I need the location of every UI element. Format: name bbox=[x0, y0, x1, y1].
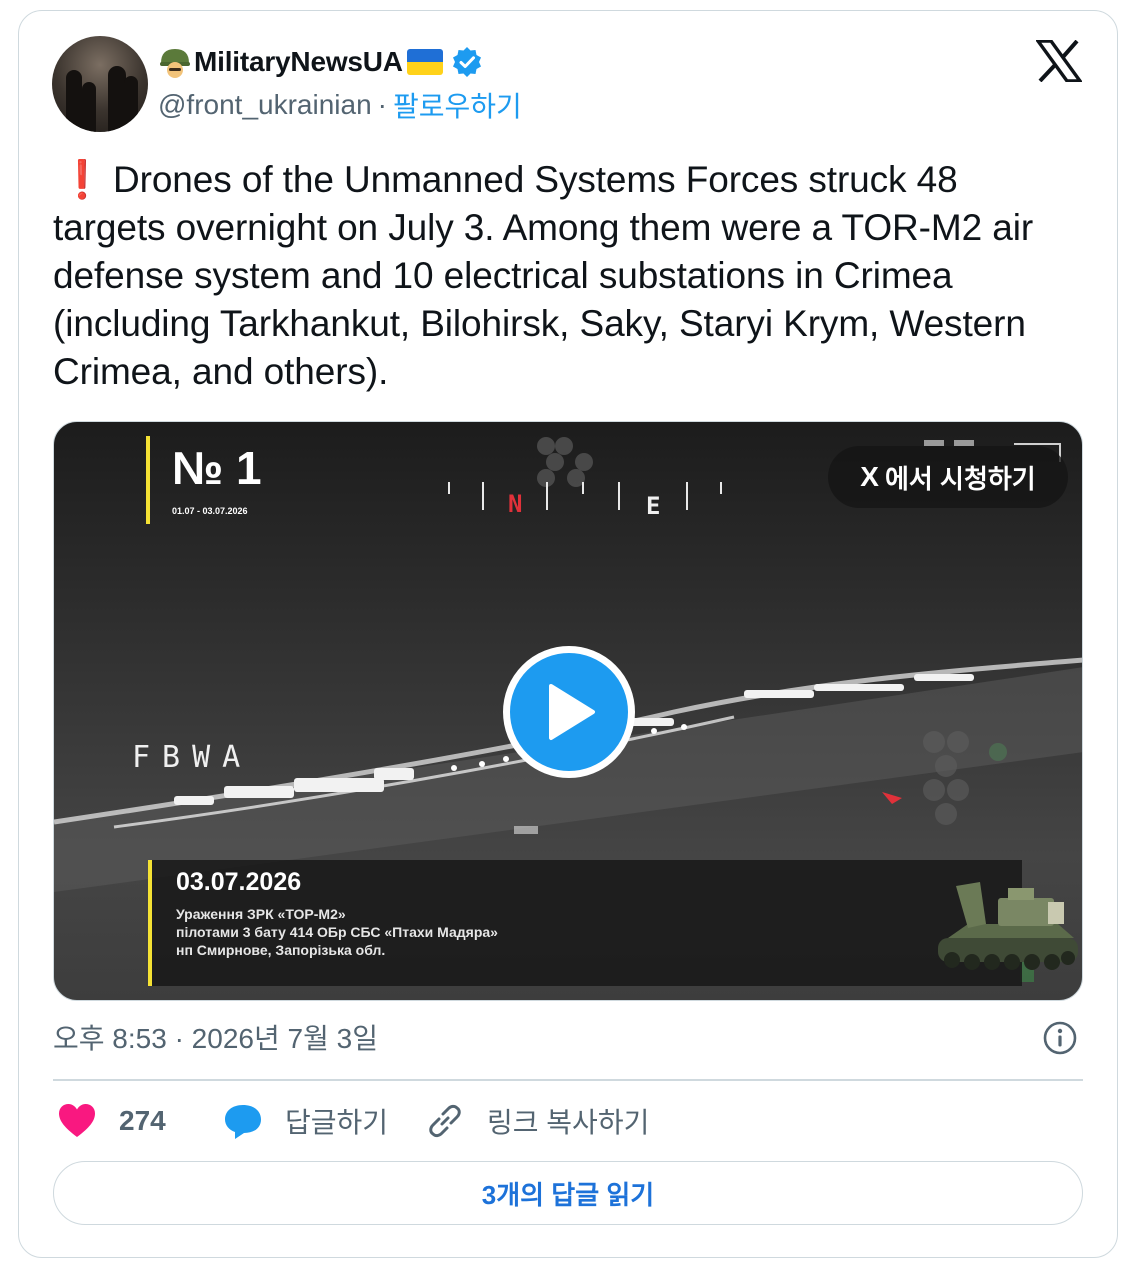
info-icon[interactable] bbox=[1042, 1020, 1078, 1056]
compass-e-label: E bbox=[646, 492, 661, 520]
reply-label: 답글하기 bbox=[285, 1107, 389, 1138]
reply-bubble-icon bbox=[225, 1105, 261, 1139]
play-button[interactable] bbox=[503, 646, 635, 778]
helmet-emoji-icon bbox=[160, 49, 190, 78]
avatar[interactable] bbox=[52, 36, 148, 132]
video-player[interactable]: № 1 01.07 - 03.07.2026 N E X 에서 시청하기 FBWA… bbox=[53, 421, 1083, 1001]
heart-icon bbox=[59, 1104, 95, 1137]
x-logo-icon[interactable] bbox=[1036, 40, 1082, 82]
episode-badge: № 1 01.07 - 03.07.2026 bbox=[146, 436, 266, 524]
verified-badge-icon[interactable] bbox=[451, 46, 483, 78]
link-icon bbox=[429, 1104, 461, 1138]
like-count: 274 bbox=[119, 1105, 166, 1136]
hud-code: FBWA bbox=[132, 740, 253, 775]
copy-link-button[interactable]: 링크 복사하기 bbox=[425, 1098, 649, 1144]
watch-label: 에서 시청하기 bbox=[884, 463, 1036, 494]
badge-number: № 1 bbox=[172, 442, 262, 494]
handle[interactable]: @front_ukrainian bbox=[158, 89, 372, 121]
action-bar: 274 답글하기 링크 복사하기 bbox=[53, 1098, 1083, 1144]
watch-on-x-button[interactable]: X 에서 시청하기 bbox=[828, 446, 1068, 508]
read-replies-button[interactable]: 3개의 답글 읽기 bbox=[53, 1161, 1083, 1225]
tweet-body: Drones of the Unmanned Systems Forces st… bbox=[53, 159, 1034, 392]
copy-link-label: 링크 복사하기 bbox=[487, 1107, 650, 1138]
exclamation-emoji: ❗ bbox=[59, 159, 105, 200]
caption-line-2: пілотами 3 бату 414 ОБр СБС «Птахи Мадяр… bbox=[176, 924, 498, 940]
reply-button[interactable]: 답글하기 bbox=[223, 1098, 388, 1144]
like-button[interactable]: 274 bbox=[57, 1098, 166, 1144]
caption-line-1: Ураження ЗРК «ТОР-М2» bbox=[176, 906, 346, 922]
video-caption: 03.07.2026 Ураження ЗРК «ТОР-М2» пілотам… bbox=[148, 860, 1078, 986]
compass-n-label: N bbox=[508, 490, 523, 518]
watch-x-glyph: X bbox=[860, 461, 879, 492]
badge-date: 01.07 - 03.07.2026 bbox=[172, 506, 248, 516]
caption-date: 03.07.2026 bbox=[176, 868, 302, 896]
tweet-text: ❗ Drones of the Unmanned Systems Forces s… bbox=[53, 156, 1063, 396]
compass-hud: N E bbox=[444, 474, 734, 524]
timestamp[interactable]: 오후 8:53 · 2026년 7월 3일 bbox=[53, 1020, 378, 1058]
display-name[interactable]: MilitaryNewsUA bbox=[194, 46, 403, 78]
separator: · bbox=[377, 89, 387, 120]
tor-m2-vehicle-image bbox=[938, 882, 1078, 970]
follow-button[interactable]: 팔로우하기 bbox=[393, 85, 522, 125]
caption-line-3: нп Смирнове, Запорізька обл. bbox=[176, 942, 386, 958]
author-name-row[interactable]: MilitaryNewsUA bbox=[158, 42, 483, 82]
play-icon bbox=[549, 684, 595, 740]
ukraine-flag-icon bbox=[406, 49, 443, 75]
divider bbox=[53, 1079, 1083, 1081]
handle-row: @front_ukrainian · 팔로우하기 bbox=[158, 86, 522, 124]
